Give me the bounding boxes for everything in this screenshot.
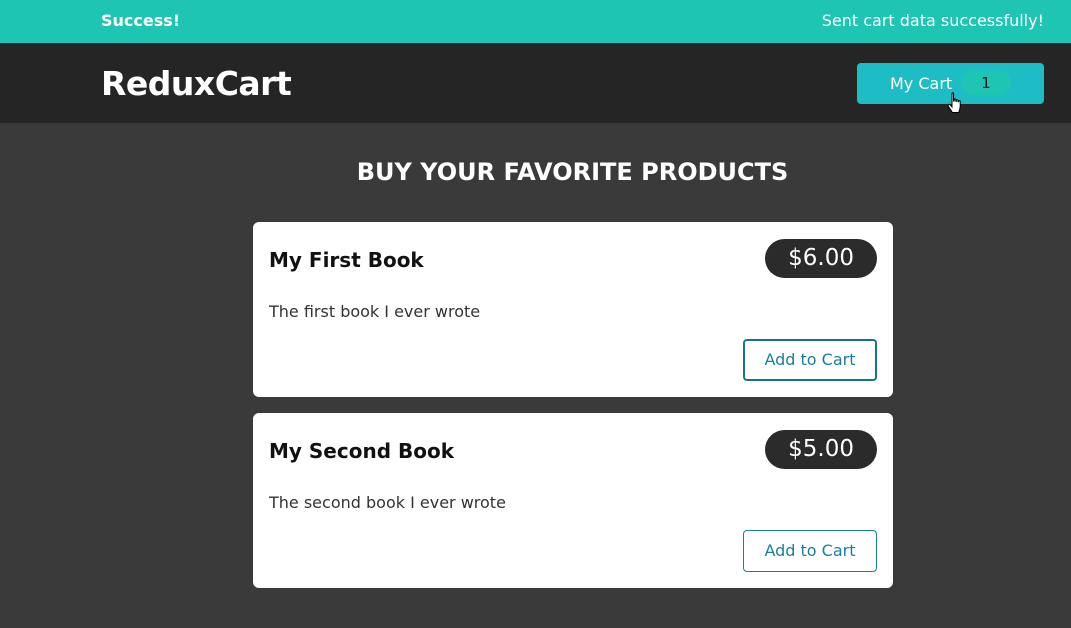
notification-title: Success! — [101, 11, 181, 30]
price-badge: $6.00 — [765, 239, 877, 278]
product-description: The second book I ever wrote — [269, 493, 506, 512]
product-card: My First Book $6.00 The first book I eve… — [253, 222, 893, 397]
cart-count-badge: 1 — [961, 71, 1011, 95]
price-badge: $5.00 — [765, 430, 877, 469]
page-heading: BUY YOUR FAVORITE PRODUCTS — [356, 158, 789, 186]
add-to-cart-button[interactable]: Add to Cart — [743, 530, 877, 572]
add-to-cart-button[interactable]: Add to Cart — [743, 339, 877, 381]
hand-pointer-icon — [947, 92, 961, 113]
app-logo: ReduxCart — [101, 64, 292, 103]
product-description: The first book I ever wrote — [269, 302, 481, 321]
cart-button-label: My Cart — [890, 74, 953, 93]
main-header: ReduxCart My Cart 1 — [0, 43, 1071, 123]
product-name: My First Book — [269, 248, 424, 272]
product-card: My Second Book $5.00 The second book I e… — [253, 413, 893, 588]
notification-message: Sent cart data successfully! — [821, 11, 1044, 30]
product-name: My Second Book — [269, 439, 455, 463]
notification-bar: Success! Sent cart data successfully! — [0, 0, 1071, 43]
